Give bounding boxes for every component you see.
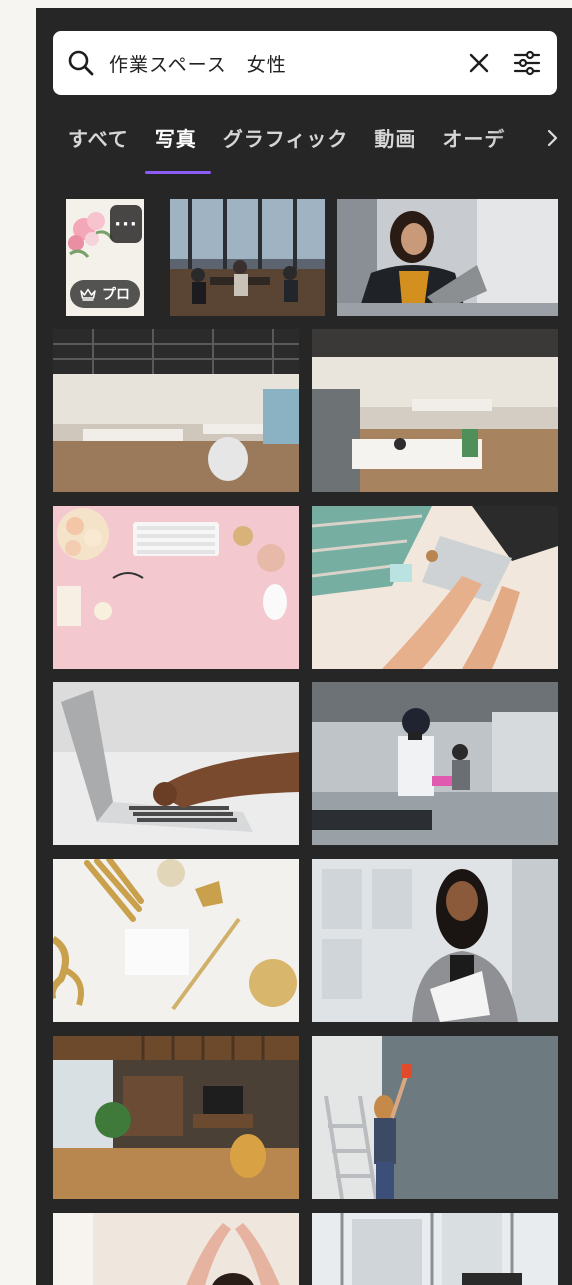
- result-open-office-2[interactable]: [312, 329, 558, 492]
- result-city-window[interactable]: [312, 1213, 558, 1285]
- tab-graphics[interactable]: グラフィック: [223, 123, 349, 152]
- open-office-2-image: [312, 329, 558, 492]
- result-cafe-workspace[interactable]: [170, 199, 325, 316]
- woman-laptop-image: [337, 199, 558, 316]
- open-office-image: [53, 329, 299, 492]
- search-bar[interactable]: 作業スペース 女性: [53, 31, 557, 95]
- result-open-office-1[interactable]: [53, 329, 299, 492]
- painting-wall-image: [312, 1036, 558, 1199]
- filter-sliders-icon: [513, 50, 541, 76]
- result-typing-laptop[interactable]: [53, 682, 299, 845]
- result-smiling-woman[interactable]: [312, 859, 558, 1022]
- stretching-image: [53, 1213, 299, 1285]
- result-kitchen-worker[interactable]: [312, 682, 558, 845]
- tabs-scroll-right[interactable]: [492, 118, 572, 158]
- city-window-image: [312, 1213, 558, 1285]
- filter-button[interactable]: [503, 39, 551, 87]
- result-pink-desk-flatlay[interactable]: [53, 506, 299, 669]
- search-input[interactable]: 作業スペース 女性: [109, 50, 455, 77]
- kitchen-image: [312, 682, 558, 845]
- chevron-right-icon: [547, 129, 558, 147]
- crown-icon: [80, 288, 96, 301]
- search-icon: [53, 48, 109, 78]
- typing-laptop-image: [53, 682, 299, 845]
- tab-photos[interactable]: 写真: [144, 123, 211, 174]
- wood-office-image: [53, 1036, 299, 1199]
- result-wood-office[interactable]: [53, 1036, 299, 1199]
- tab-all[interactable]: すべて: [68, 123, 129, 152]
- search-panel: 作業スペース 女性 すべて 写真 グラフィック 動画 オーデ ··· プロ: [36, 8, 572, 1285]
- smiling-woman-image: [312, 859, 558, 1022]
- result-gold-stationery[interactable]: [53, 859, 299, 1022]
- result-hands-laptop-topdown[interactable]: [312, 506, 558, 669]
- result-flowers-pro[interactable]: ··· プロ: [66, 199, 144, 316]
- result-woman-laptop[interactable]: [337, 199, 558, 316]
- hands-laptop-image: [312, 506, 558, 669]
- cafe-workspace-image: [170, 199, 325, 316]
- pro-badge: プロ: [70, 280, 140, 308]
- more-options-button[interactable]: ···: [110, 205, 142, 243]
- tab-videos[interactable]: 動画: [374, 123, 416, 152]
- gold-stationery-image: [53, 859, 299, 1022]
- pink-desk-image: [53, 506, 299, 669]
- close-icon: [469, 53, 489, 73]
- result-woman-painting-wall[interactable]: [312, 1036, 558, 1199]
- clear-search-button[interactable]: [455, 39, 503, 87]
- result-woman-stretching[interactable]: [53, 1213, 299, 1285]
